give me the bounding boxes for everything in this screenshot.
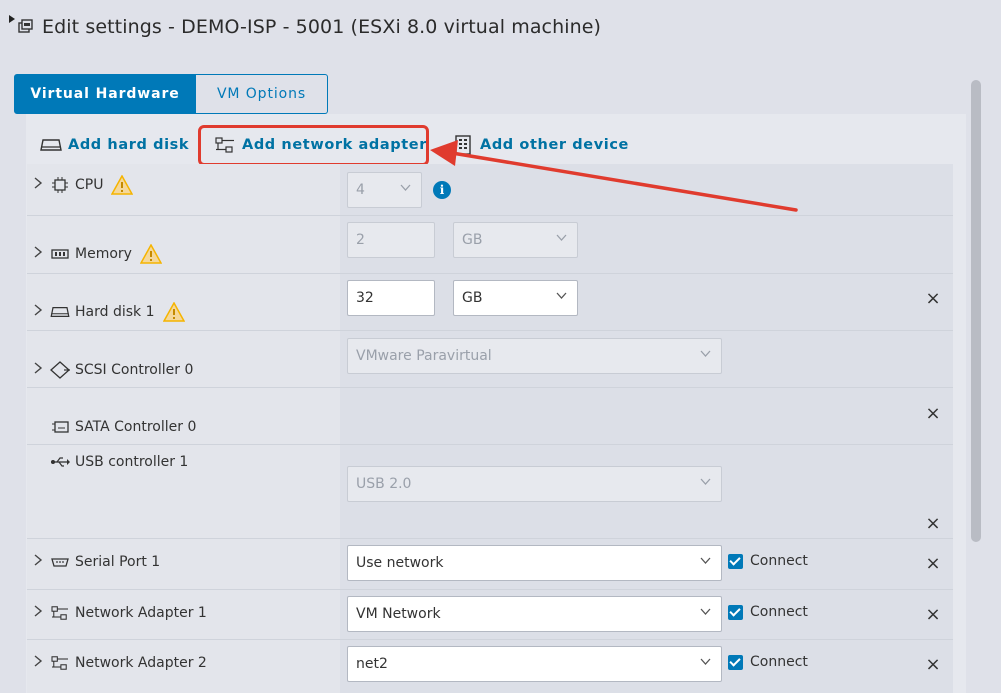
warning-icon [162, 302, 185, 322]
scsi-label-group[interactable]: SCSI Controller 0 [33, 359, 193, 381]
add-hard-disk-label: Add hard disk [68, 137, 190, 153]
network-adapter-2-select[interactable]: net2 [347, 646, 722, 682]
hard-disk-icon [40, 135, 62, 155]
network-adapter-2-connect-checkbox[interactable]: Connect [728, 654, 808, 670]
dialog-title: Edit settings - DEMO-ISP - 5001 (ESXi 8.… [8, 12, 601, 42]
chevron-down-icon [556, 290, 567, 303]
tab-virtual-hardware[interactable]: Virtual Hardware [14, 74, 196, 114]
remove-network-adapter-1-icon[interactable]: × [925, 606, 941, 624]
scsi-controller-0-label: SCSI Controller 0 [75, 362, 194, 378]
chevron-down-icon [700, 555, 711, 568]
serial-port-connect-checkbox[interactable]: Connect [728, 553, 808, 569]
chevron-right-icon[interactable] [33, 605, 47, 621]
checkbox-checked-icon[interactable] [728, 553, 743, 569]
network-adapter-2-label-group[interactable]: Network Adapter 2 [33, 652, 207, 674]
cpu-count-select[interactable]: 4 [347, 172, 422, 208]
chevron-down-icon [700, 606, 711, 619]
checkbox-checked-icon[interactable] [728, 604, 743, 620]
device-toolbar: Add hard disk Add network adapter Add ot… [26, 124, 946, 166]
device-row-network-adapter-2: Network Adapter 2 net2 Connect × [27, 640, 953, 693]
cpu-icon [49, 176, 71, 194]
device-row-memory: Memory 2 GB [27, 216, 953, 274]
sata-label-group[interactable]: › SATA Controller 0 [33, 416, 196, 438]
serial-port-1-label: Serial Port 1 [75, 554, 161, 570]
checkbox-checked-icon[interactable] [728, 654, 743, 670]
chevron-down-icon [400, 182, 411, 195]
memory-unit-select[interactable]: GB [453, 222, 578, 258]
chevron-right-icon[interactable] [33, 177, 47, 193]
add-other-device-button[interactable]: Add other device [452, 124, 629, 166]
chevron-right-icon[interactable] [33, 304, 47, 320]
chevron-right-icon[interactable] [33, 554, 47, 570]
network-adapter-2-label: Network Adapter 2 [75, 655, 207, 671]
network-adapter-icon [49, 654, 71, 672]
hard-disk-1-label: Hard disk 1 [75, 304, 155, 320]
remove-usb-controller-icon[interactable]: × [925, 515, 941, 533]
device-row-serial-port-1: Serial Port 1 Use network Connect × [27, 539, 953, 590]
remove-network-adapter-2-icon[interactable]: × [925, 656, 941, 674]
serial-port-select[interactable]: Use network [347, 545, 722, 581]
memory-label: Memory [75, 246, 132, 262]
chevron-right-icon[interactable] [33, 246, 47, 262]
serial-port-icon [49, 553, 71, 571]
memory-size-input[interactable]: 2 [347, 222, 435, 258]
serial-port-label-group[interactable]: Serial Port 1 [33, 551, 160, 573]
cpu-label-group[interactable]: CPU [33, 174, 134, 196]
vm-window-icon [8, 14, 36, 40]
remove-hard-disk-icon[interactable]: × [925, 290, 941, 308]
usb-label-group[interactable]: › USB controller 1 [33, 451, 188, 473]
remove-sata-controller-icon[interactable]: × [925, 405, 941, 423]
chevron-down-icon [700, 348, 711, 361]
chevron-down-icon [700, 656, 711, 669]
hard-disk-size-input[interactable]: 32 [347, 280, 435, 316]
device-row-network-adapter-1: Network Adapter 1 VM Network Connect × [27, 590, 953, 640]
window-title: Edit settings - DEMO-ISP - 5001 (ESXi 8.… [42, 16, 602, 38]
network-adapter-1-label: Network Adapter 1 [75, 605, 207, 621]
device-list: CPU 4 i Memory 2 GB Hard disk 1 32 GB × … [27, 164, 953, 693]
sata-controller-icon [49, 418, 71, 436]
other-device-icon [452, 135, 474, 155]
scsi-type-select[interactable]: VMware Paravirtual [347, 338, 722, 374]
scsi-controller-icon [49, 361, 71, 379]
cpu-label: CPU [75, 177, 104, 193]
remove-serial-port-icon[interactable]: × [925, 555, 941, 573]
vertical-scrollbar[interactable] [971, 80, 981, 542]
tab-vm-options[interactable]: VM Options [196, 74, 328, 114]
network-adapter-icon [49, 604, 71, 622]
hard-disk-label-group[interactable]: Hard disk 1 [33, 301, 185, 323]
annotation-highlight-box [198, 125, 429, 166]
device-row-usb-controller-1: › USB controller 1 USB 2.0 × [27, 445, 953, 539]
hard-disk-icon [49, 303, 71, 321]
sata-controller-0-label: SATA Controller 0 [75, 419, 197, 435]
hard-disk-unit-select[interactable]: GB [453, 280, 578, 316]
add-hard-disk-button[interactable]: Add hard disk [40, 124, 189, 166]
chevron-right-icon[interactable] [33, 362, 47, 378]
warning-icon [111, 175, 134, 195]
network-adapter-1-select[interactable]: VM Network [347, 596, 722, 632]
usb-icon [49, 453, 71, 471]
warning-icon [139, 244, 162, 264]
usb-controller-1-label: USB controller 1 [75, 454, 189, 470]
chevron-down-icon [700, 476, 711, 489]
network-adapter-1-label-group[interactable]: Network Adapter 1 [33, 602, 207, 624]
network-adapter-1-connect-checkbox[interactable]: Connect [728, 604, 808, 620]
device-row-sata-controller-0: › SATA Controller 0 × [27, 388, 953, 445]
device-row-cpu: CPU 4 i [27, 164, 953, 216]
device-row-scsi-controller-0: SCSI Controller 0 VMware Paravirtual [27, 331, 953, 388]
memory-label-group[interactable]: Memory [33, 243, 162, 265]
memory-icon [49, 245, 71, 263]
add-other-device-label: Add other device [480, 137, 629, 153]
device-row-hard-disk-1: Hard disk 1 32 GB × [27, 274, 953, 331]
settings-tabs: Virtual Hardware VM Options [14, 74, 328, 114]
chevron-down-icon [556, 232, 567, 245]
info-icon[interactable]: i [433, 181, 451, 199]
chevron-right-icon[interactable] [33, 655, 47, 671]
usb-type-select[interactable]: USB 2.0 [347, 466, 722, 502]
